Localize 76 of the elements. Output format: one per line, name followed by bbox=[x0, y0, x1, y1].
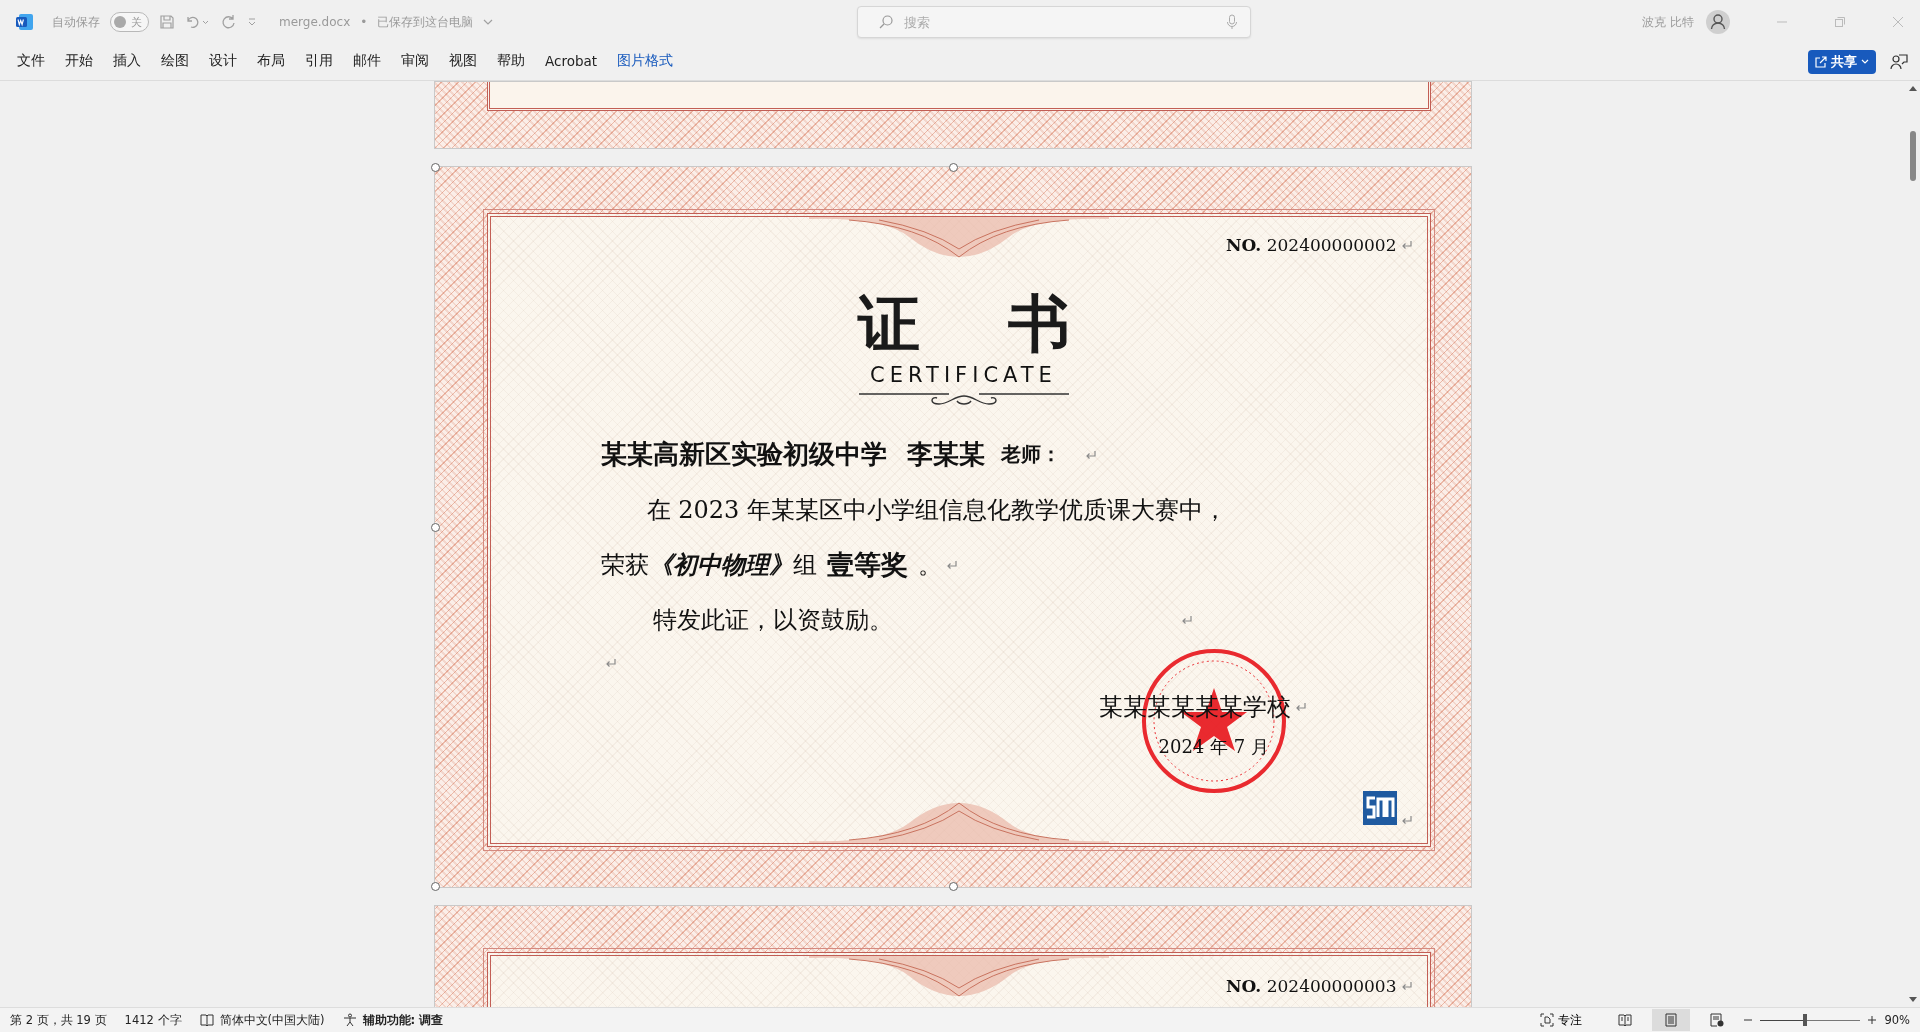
resize-handle[interactable] bbox=[948, 882, 958, 891]
ribbon-tab[interactable]: 开始 bbox=[56, 46, 102, 78]
print-layout-button[interactable] bbox=[1652, 1009, 1691, 1031]
resize-handle[interactable] bbox=[430, 523, 440, 532]
word-app-icon[interactable] bbox=[16, 13, 34, 31]
page-icon bbox=[1665, 1013, 1678, 1027]
web-page-icon bbox=[1710, 1013, 1725, 1027]
certificate-title: 证 bbox=[857, 293, 920, 355]
certificate-subtitle: CERTIFICATE bbox=[870, 363, 1057, 387]
certificate-title: 书 bbox=[1007, 293, 1070, 355]
undo-icon[interactable] bbox=[185, 14, 211, 30]
book-icon[interactable] bbox=[199, 1014, 214, 1026]
course-name: 《初中物理》 bbox=[648, 548, 793, 581]
book-icon bbox=[1618, 1014, 1633, 1026]
share-icon bbox=[1815, 56, 1827, 68]
return-mark-icon bbox=[1400, 815, 1413, 825]
ribbon-tab[interactable]: Acrobat bbox=[536, 46, 607, 78]
share-button[interactable]: 共享 bbox=[1808, 50, 1876, 74]
return-mark-icon bbox=[1084, 449, 1097, 460]
ribbon-tab[interactable]: 设计 bbox=[200, 46, 246, 78]
ribbon-tab[interactable]: 视图 bbox=[440, 46, 486, 78]
teacher-name: 李某某 bbox=[906, 438, 985, 471]
scroll-up-icon[interactable] bbox=[1908, 85, 1917, 91]
certificate-number: NO. 202400000002 bbox=[1226, 235, 1397, 255]
body-text: 在 2023 年某某区中小学组信息化教学优质课大赛中， bbox=[646, 494, 1227, 526]
period-text: 。 bbox=[917, 549, 942, 581]
return-mark-icon bbox=[1400, 981, 1413, 991]
ribbon-tab[interactable]: 邮件 bbox=[344, 46, 390, 78]
ribbon-tab[interactable]: 帮助 bbox=[488, 46, 534, 78]
award-prefix-text: 荣获 bbox=[600, 549, 649, 581]
ribbon-tab[interactable]: 文件 bbox=[8, 46, 54, 78]
award-level: 壹等奖 bbox=[826, 547, 908, 582]
closing-text: 特发此证，以资鼓励。 bbox=[652, 604, 893, 636]
customize-toolbar-icon[interactable] bbox=[247, 17, 257, 27]
redo-icon[interactable] bbox=[221, 14, 237, 30]
accessibility-status[interactable]: 辅助功能: 调查 bbox=[362, 1012, 444, 1028]
ribbon-tab[interactable]: 布局 bbox=[248, 46, 294, 78]
resize-handle[interactable] bbox=[430, 163, 440, 172]
logo-icon bbox=[1362, 791, 1397, 825]
return-mark-icon bbox=[1294, 702, 1307, 712]
avatar-icon[interactable] bbox=[1706, 10, 1730, 34]
microphone-icon[interactable] bbox=[1226, 14, 1239, 30]
zoom-level[interactable]: 90% bbox=[1884, 1013, 1910, 1027]
caret-icon bbox=[1861, 59, 1869, 65]
save-icon[interactable] bbox=[159, 14, 175, 30]
resize-handle[interactable] bbox=[430, 882, 440, 891]
return-mark-icon bbox=[945, 559, 958, 570]
ribbon-tab[interactable]: 插入 bbox=[104, 46, 150, 78]
school-name: 某某高新区实验初级中学 bbox=[600, 438, 887, 471]
search-bar[interactable]: 搜索 bbox=[857, 6, 1252, 38]
ribbon-tab[interactable]: 审阅 bbox=[392, 46, 438, 78]
search-input[interactable]: 搜索 bbox=[902, 13, 1219, 31]
word-count[interactable]: 1412 个字 bbox=[124, 1012, 182, 1028]
comments-icon[interactable] bbox=[1890, 53, 1908, 71]
group-text: 组 bbox=[792, 549, 817, 581]
chevron-down-icon[interactable] bbox=[483, 18, 494, 26]
language-indicator[interactable]: 简体中文(中国大陆) bbox=[219, 1012, 325, 1028]
return-mark-icon bbox=[604, 658, 617, 668]
accessibility-icon[interactable] bbox=[342, 1013, 357, 1027]
scroll-down-icon[interactable] bbox=[1908, 997, 1917, 1003]
return-mark-icon bbox=[1400, 240, 1413, 250]
zoom-out-icon[interactable] bbox=[1744, 1016, 1753, 1024]
return-mark-icon bbox=[1180, 614, 1193, 625]
resize-handle[interactable] bbox=[948, 163, 958, 172]
autosave-label: 自动保存 bbox=[52, 13, 100, 31]
certificate-number: NO. 202400000003 bbox=[1226, 976, 1397, 996]
zoom-in-icon[interactable] bbox=[1868, 1016, 1877, 1024]
focus-icon bbox=[1540, 1013, 1555, 1027]
page-count[interactable]: 第 2 页，共 19 页 bbox=[10, 1012, 107, 1028]
honorific-text: 老师： bbox=[1000, 441, 1061, 468]
ribbon-tab[interactable]: 绘图 bbox=[152, 46, 198, 78]
title-separator: • bbox=[360, 15, 368, 29]
focus-button[interactable]: 专注 bbox=[1534, 1011, 1589, 1029]
search-icon bbox=[878, 14, 895, 30]
ribbon-tab[interactable]: 引用 bbox=[296, 46, 342, 78]
ribbon-tab[interactable]: 图片格式 bbox=[608, 46, 683, 78]
